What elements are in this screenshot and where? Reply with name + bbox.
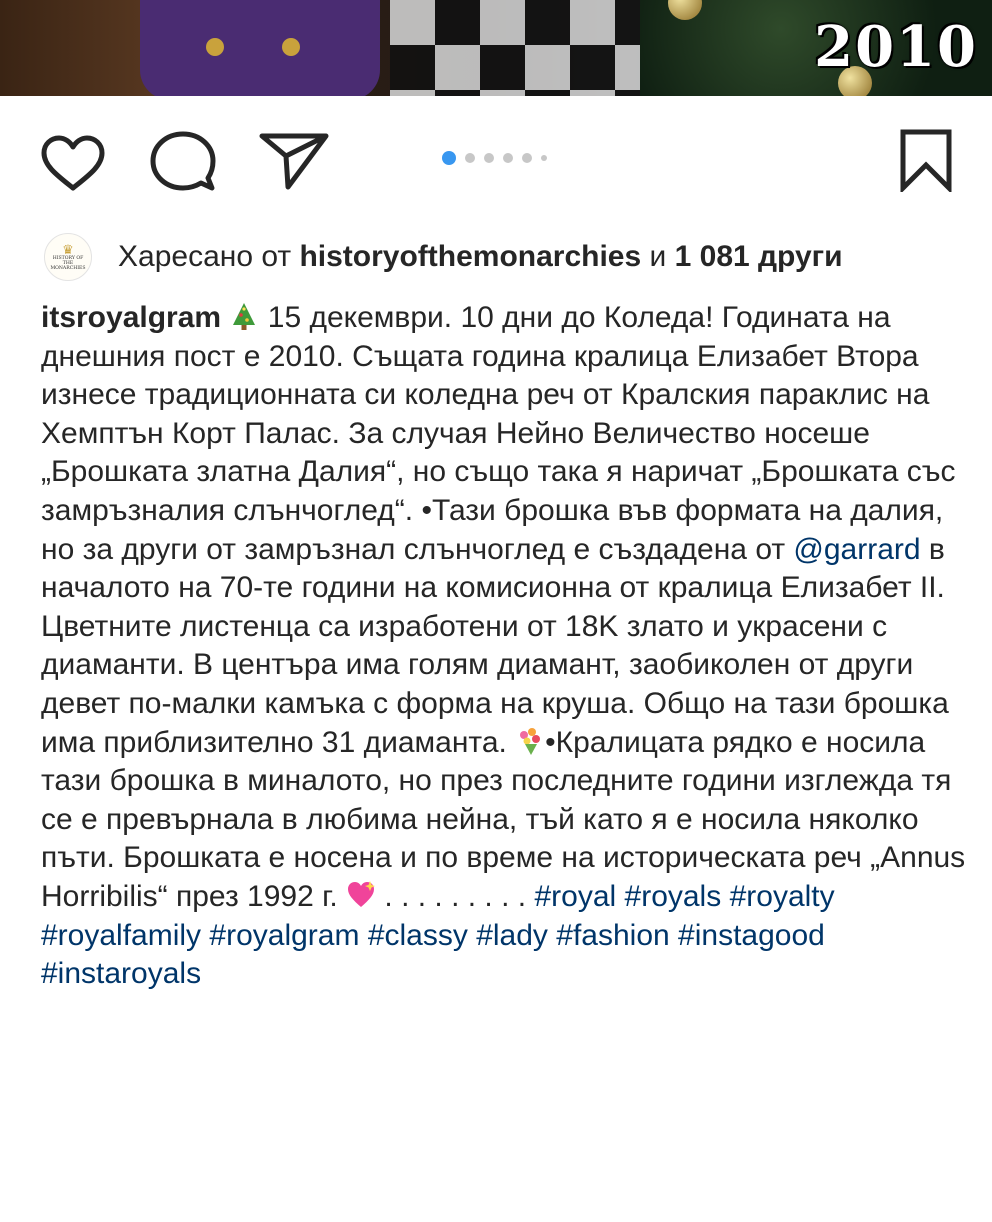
- hashtag[interactable]: #classy: [368, 919, 468, 952]
- avatar-text: MONARCHIES: [50, 266, 86, 271]
- carousel-dot: [484, 153, 494, 163]
- likes-prefix: Харесано от: [118, 240, 300, 273]
- photo-year-overlay: 2010: [814, 14, 978, 80]
- heart-outline-icon[interactable]: [40, 135, 106, 193]
- liker-avatar[interactable]: ♛ HISTORY OF THE MONARCHIES: [44, 233, 92, 281]
- hashtag[interactable]: #royals: [625, 880, 722, 913]
- bookmark-outline-icon[interactable]: [898, 128, 954, 192]
- carousel-dot: [541, 155, 547, 161]
- crown-icon: ♛: [62, 242, 74, 257]
- hashtag[interactable]: #lady: [476, 919, 548, 952]
- bouquet-emoji: [520, 727, 541, 755]
- hashtag[interactable]: #royal: [534, 880, 616, 913]
- likes-count[interactable]: 1 081 други: [675, 240, 843, 274]
- hashtag[interactable]: #instaroyals: [41, 957, 201, 990]
- comment-bubble-icon[interactable]: [150, 130, 216, 192]
- hashtag[interactable]: #fashion: [556, 919, 669, 952]
- caption-username[interactable]: itsroyalgram: [41, 301, 221, 334]
- post-photo[interactable]: 2010: [0, 0, 992, 96]
- caption-dots: . . . . . . . . .: [376, 879, 535, 913]
- coat-button: [206, 38, 224, 56]
- likes-row: ♛ HISTORY OF THE MONARCHIES Харесано от …: [44, 233, 843, 281]
- carousel-dot: [522, 153, 532, 163]
- carousel-indicator: [442, 150, 547, 166]
- sparkling-heart-emoji: [348, 880, 376, 907]
- hashtag[interactable]: #royalty: [730, 880, 835, 913]
- likes-conjunction: и: [641, 240, 675, 273]
- hashtag[interactable]: #royalfamily: [41, 919, 201, 952]
- mention-link[interactable]: @garrard: [793, 533, 920, 566]
- christmas-tree-emoji: [233, 303, 256, 330]
- post-caption: itsroyalgram 15 декември. 10 дни до Коле…: [41, 299, 971, 994]
- coat-button: [282, 38, 300, 56]
- caption-text: 15 декември. 10 дни до Коледа! Годината …: [41, 301, 956, 566]
- carousel-dot: [465, 153, 475, 163]
- hashtag[interactable]: #instagood: [678, 919, 825, 952]
- paper-plane-icon[interactable]: [258, 132, 330, 190]
- liker-username[interactable]: historyofthemonarchies: [299, 240, 641, 274]
- carousel-dot: [503, 153, 513, 163]
- purple-coat-detail: [140, 0, 380, 96]
- carousel-dot-active: [442, 151, 456, 165]
- hashtag[interactable]: #royalgram: [209, 919, 359, 952]
